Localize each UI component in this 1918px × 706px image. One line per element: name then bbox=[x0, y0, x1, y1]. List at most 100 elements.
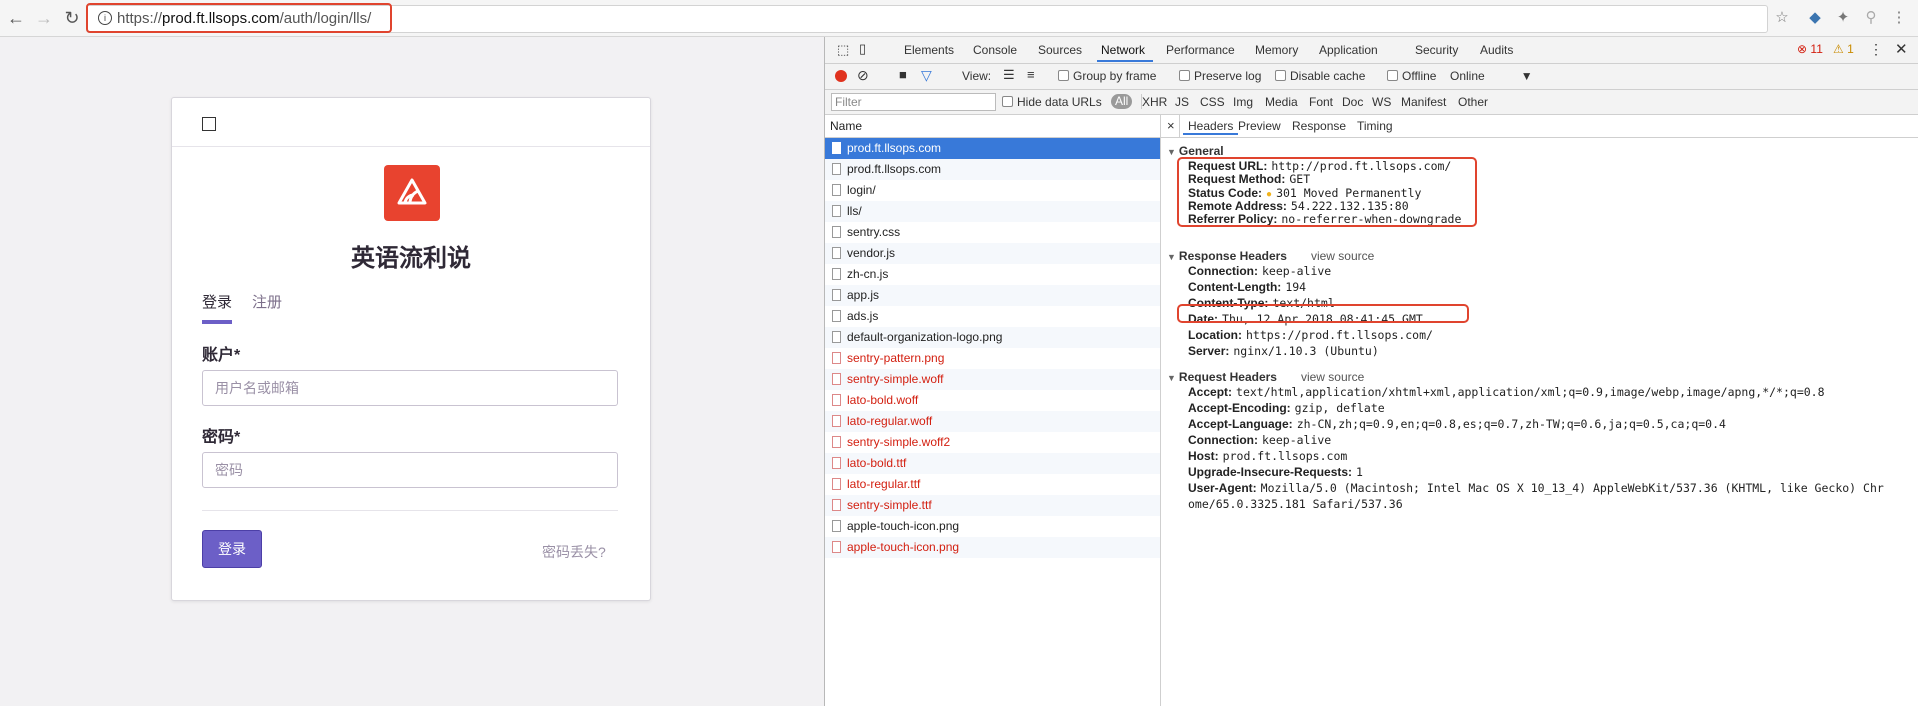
request-row[interactable]: lato-regular.ttf bbox=[825, 474, 1160, 495]
filter-input[interactable]: Filter bbox=[831, 93, 996, 111]
tab-application[interactable]: Application bbox=[1319, 43, 1378, 57]
group-by-frame-checkbox[interactable]: Group by frame bbox=[1058, 69, 1156, 83]
inspect-element-icon[interactable]: ⬚ bbox=[837, 42, 849, 58]
header-value: 1 bbox=[1356, 465, 1363, 479]
tab-register[interactable]: 注册 bbox=[252, 291, 282, 312]
filter-type-all[interactable]: All bbox=[1111, 94, 1133, 109]
large-rows-icon[interactable]: ☰ bbox=[1003, 67, 1015, 83]
throttle-select[interactable]: Online ▼ bbox=[1450, 69, 1533, 83]
disable-cache-checkbox[interactable]: Disable cache bbox=[1275, 69, 1365, 83]
device-toolbar-icon[interactable]: ▯ bbox=[859, 41, 866, 57]
extension-icon[interactable]: ⚲ bbox=[1862, 9, 1880, 27]
login-button[interactable]: 登录 bbox=[202, 530, 262, 568]
header-line: Accept-Language: zh-CN,zh;q=0.9,en;q=0.8,… bbox=[1188, 417, 1726, 431]
request-row[interactable]: apple-touch-icon.png bbox=[825, 516, 1160, 537]
general-section-toggle[interactable]: ▼ General bbox=[1167, 144, 1224, 158]
request-row[interactable]: lato-bold.woff bbox=[825, 390, 1160, 411]
error-icon: ⊗ bbox=[1797, 42, 1808, 56]
checkbox-icon bbox=[1058, 70, 1069, 81]
request-name: ads.js bbox=[847, 309, 879, 323]
offline-checkbox[interactable]: Offline bbox=[1387, 69, 1436, 83]
filter-type-img[interactable]: Img bbox=[1233, 95, 1253, 109]
request-row[interactable]: prod.ft.llsops.com bbox=[825, 138, 1160, 159]
filter-type-xhr[interactable]: XHR bbox=[1142, 95, 1167, 109]
request-row[interactable]: vendor.js bbox=[825, 243, 1160, 264]
close-devtools-icon[interactable]: ✕ bbox=[1895, 40, 1908, 58]
clear-icon[interactable]: ⊘ bbox=[857, 67, 869, 84]
tab-sources[interactable]: Sources bbox=[1038, 43, 1082, 57]
request-row[interactable]: sentry-simple.woff2 bbox=[825, 432, 1160, 453]
response-headers-toggle[interactable]: ▼ Response Headers view source bbox=[1167, 249, 1374, 263]
network-request-list: Name prod.ft.llsops.com prod.ft.llsops.co… bbox=[825, 115, 1161, 706]
filter-type-js[interactable]: JS bbox=[1175, 95, 1189, 109]
header-value: gzip, deflate bbox=[1294, 401, 1385, 415]
menu-dots-icon[interactable]: ⋮ bbox=[1890, 9, 1908, 27]
request-view-source-link[interactable]: view source bbox=[1301, 370, 1364, 384]
filter-type-media[interactable]: Media bbox=[1265, 95, 1298, 109]
request-row[interactable]: apple-touch-icon.png bbox=[825, 537, 1160, 558]
request-row[interactable]: login/ bbox=[825, 180, 1160, 201]
tab-login[interactable]: 登录 bbox=[202, 291, 232, 312]
header-value: Mozilla/5.0 (Macintosh; Intel Mac OS X 1… bbox=[1260, 481, 1884, 495]
group-by-frame-label: Group by frame bbox=[1073, 69, 1157, 83]
tab-response[interactable]: Response bbox=[1292, 119, 1346, 133]
tab-performance[interactable]: Performance bbox=[1166, 43, 1235, 57]
request-row[interactable]: lls/ bbox=[825, 201, 1160, 222]
request-row[interactable]: app.js bbox=[825, 285, 1160, 306]
request-row[interactable]: lato-bold.ttf bbox=[825, 453, 1160, 474]
error-count[interactable]: ⊗ 11 bbox=[1797, 42, 1823, 56]
tab-preview[interactable]: Preview bbox=[1238, 119, 1281, 133]
request-row[interactable]: lato-regular.woff bbox=[825, 411, 1160, 432]
header-value: zh-CN,zh;q=0.9,en;q=0.8,es;q=0.7,zh-TW;q… bbox=[1296, 417, 1726, 431]
reload-icon[interactable]: ↻ bbox=[62, 8, 82, 28]
header-key: Upgrade-Insecure-Requests: bbox=[1188, 465, 1353, 479]
tab-memory[interactable]: Memory bbox=[1255, 43, 1298, 57]
filter-type-manifest[interactable]: Manifest bbox=[1401, 95, 1446, 109]
name-column-header[interactable]: Name bbox=[825, 115, 1160, 138]
request-row[interactable]: sentry-simple.ttf bbox=[825, 495, 1160, 516]
tab-elements[interactable]: Elements bbox=[904, 43, 954, 57]
devtools-menu-icon[interactable]: ⋮ bbox=[1869, 41, 1883, 58]
account-input[interactable]: 用户名或邮箱 bbox=[202, 370, 618, 406]
password-input[interactable]: 密码 bbox=[202, 452, 618, 488]
tab-audits[interactable]: Audits bbox=[1480, 43, 1513, 57]
tab-console[interactable]: Console bbox=[973, 43, 1017, 57]
back-arrow-icon[interactable]: ← bbox=[6, 8, 26, 28]
warning-count[interactable]: ⚠ 1 bbox=[1833, 42, 1854, 56]
filter-type-doc[interactable]: Doc bbox=[1342, 95, 1363, 109]
tab-security[interactable]: Security bbox=[1415, 43, 1458, 57]
filter-type-css[interactable]: CSS bbox=[1200, 95, 1225, 109]
request-name: zh-cn.js bbox=[847, 267, 889, 281]
response-view-source-link[interactable]: view source bbox=[1311, 249, 1374, 263]
forward-arrow-icon[interactable]: → bbox=[34, 8, 54, 28]
request-row[interactable]: sentry-pattern.png bbox=[825, 348, 1160, 369]
request-name: sentry-simple.woff2 bbox=[847, 435, 951, 449]
python-extension-icon[interactable]: ◆ bbox=[1806, 9, 1824, 27]
hide-data-urls-checkbox[interactable]: Hide data URLs bbox=[1002, 95, 1102, 109]
close-icon[interactable]: × bbox=[1167, 118, 1175, 133]
bookmark-star-icon[interactable]: ☆ bbox=[1773, 9, 1791, 27]
filter-type-other[interactable]: Other bbox=[1458, 95, 1488, 109]
header-key: User-Agent: bbox=[1188, 481, 1257, 495]
record-icon[interactable] bbox=[835, 70, 847, 82]
forgot-password-link[interactable]: 密码丢失? bbox=[542, 542, 606, 562]
request-headers-toggle[interactable]: ▼ Request Headers view source bbox=[1167, 370, 1364, 384]
filter-type-ws[interactable]: WS bbox=[1372, 95, 1391, 109]
request-row[interactable]: prod.ft.llsops.com bbox=[825, 159, 1160, 180]
bird-extension-icon[interactable]: ✦ bbox=[1834, 9, 1852, 27]
waterfall-icon[interactable]: ≡ bbox=[1027, 67, 1035, 82]
screenshot-camera-icon[interactable]: ■ bbox=[899, 67, 907, 82]
request-row[interactable]: sentry-simple.woff bbox=[825, 369, 1160, 390]
tab-headers[interactable]: Headers bbox=[1183, 115, 1239, 135]
request-name: lls/ bbox=[847, 204, 862, 218]
request-row[interactable]: sentry.css bbox=[825, 222, 1160, 243]
preserve-log-checkbox[interactable]: Preserve log bbox=[1179, 69, 1261, 83]
request-row[interactable]: ads.js bbox=[825, 306, 1160, 327]
tab-network[interactable]: Network bbox=[1101, 43, 1145, 57]
filter-type-font[interactable]: Font bbox=[1309, 95, 1333, 109]
checkbox-icon bbox=[1002, 96, 1013, 107]
request-row[interactable]: default-organization-logo.png bbox=[825, 327, 1160, 348]
request-row[interactable]: zh-cn.js bbox=[825, 264, 1160, 285]
tab-timing[interactable]: Timing bbox=[1357, 119, 1393, 133]
filter-icon[interactable]: ▽ bbox=[921, 67, 932, 84]
